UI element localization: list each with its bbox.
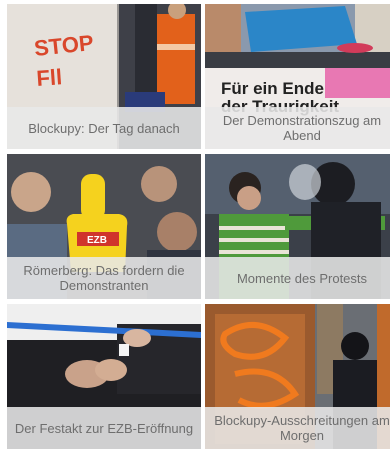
person-face <box>157 212 197 252</box>
protester-face <box>237 186 261 210</box>
hooded-head <box>341 332 369 360</box>
gallery-tile-roemerberg[interactable]: EZB Römerberg: Das fordern die Demonstra… <box>7 154 201 299</box>
gallery-caption: Der Festakt zur EZB-Eröffnung <box>7 407 201 449</box>
pink-banner-area <box>325 68 390 98</box>
shirt-stripe <box>219 226 289 230</box>
ezb-text: EZB <box>87 235 107 246</box>
gallery-tile-ausschreitungen[interactable]: Blockupy-Ausschreitungen am Morgen <box>205 304 390 449</box>
person-face <box>11 172 51 212</box>
red-umbrella <box>337 43 373 53</box>
gallery-caption: Der Demonstrationszug am Abend <box>205 107 390 149</box>
gallery-caption: Momente des Protests <box>205 257 390 299</box>
gallery-caption: Blockupy: Der Tag danach <box>7 107 201 149</box>
graffiti-text-2: Fll <box>36 64 63 91</box>
gallery-caption: Römerberg: Das fordern die Demonstranten <box>7 257 201 299</box>
gallery-tile-tag-danach[interactable]: STOP Fll Blockupy: Der Tag danach <box>7 4 201 149</box>
banner-text-1: Für ein Ende <box>221 79 324 98</box>
gallery-tile-demonstrationszug[interactable]: Für ein Ende der Traurigkeit Der Demonst… <box>205 4 390 149</box>
gallery-tile-festakt[interactable]: Der Festakt zur EZB-Eröffnung <box>7 304 201 449</box>
hands <box>95 359 127 381</box>
worker-orange-jacket <box>157 14 195 104</box>
person-face <box>141 166 177 202</box>
gallery-tile-momente[interactable]: Momente des Protests <box>205 154 390 299</box>
reflective-stripe <box>157 44 195 50</box>
foam-hand-finger <box>81 174 105 220</box>
shirt-stripe <box>219 238 289 242</box>
blue-banner <box>245 6 357 52</box>
shirt-stripe <box>219 250 289 254</box>
gallery-caption: Blockupy-Ausschreitungen am Morgen <box>205 407 390 449</box>
photo-gallery: STOP Fll Blockupy: Der Tag danach Für ei… <box>0 0 390 450</box>
spray-cloud <box>289 164 321 200</box>
shirt-cuff <box>119 344 129 356</box>
